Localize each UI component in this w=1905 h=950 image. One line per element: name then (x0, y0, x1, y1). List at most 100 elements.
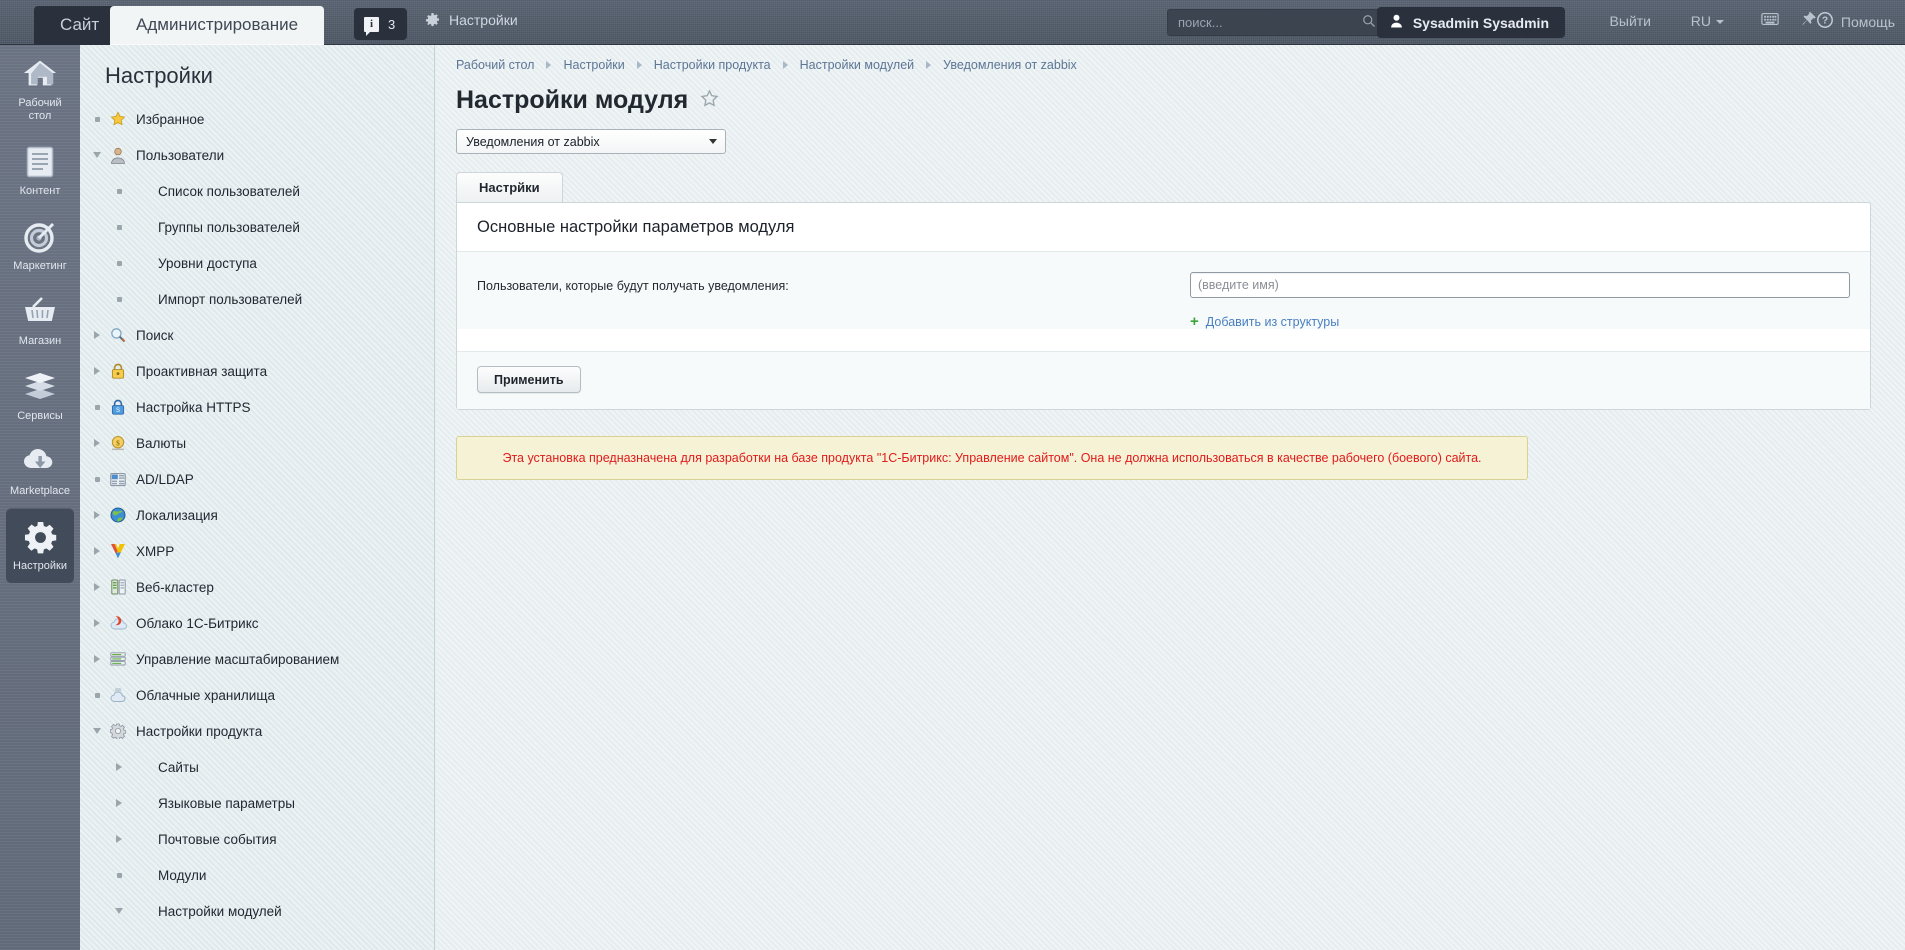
expander[interactable] (88, 692, 106, 698)
sidebar-item[interactable]: Уровни доступа (80, 245, 434, 281)
topbar-settings-button[interactable]: Настройки (425, 12, 518, 28)
expander[interactable] (88, 116, 106, 122)
rail-item-settings[interactable]: Настройки (6, 508, 74, 583)
sidebar-item[interactable]: Группы пользователей (80, 209, 434, 245)
tab-settings[interactable]: Настрйки (456, 172, 563, 202)
breadcrumb-item[interactable]: Настройки модулей (800, 58, 915, 72)
sidebar-item[interactable]: Управление масштабированием (80, 641, 434, 677)
sidebar-item[interactable]: Избранное (80, 101, 434, 137)
dev-install-warning: Эта установка предназначена для разработ… (456, 436, 1528, 480)
favorite-star-icon[interactable] (700, 86, 719, 115)
expander[interactable] (88, 583, 106, 591)
add-from-structure-label: Добавить из структуры (1205, 315, 1340, 329)
breadcrumb-separator-icon (636, 61, 642, 69)
rail-item-desktop[interactable]: Рабочий стол (6, 45, 74, 133)
expander[interactable] (110, 296, 128, 302)
rail-item-shop[interactable]: Магазин (6, 283, 74, 358)
sidebar-title: Настройки (105, 63, 213, 88)
users-input[interactable] (1190, 272, 1850, 298)
sidebar-item[interactable]: Модули (80, 857, 434, 893)
svg-text:S: S (116, 408, 120, 414)
expander[interactable] (110, 188, 128, 194)
sidebar-item[interactable]: S Настройка HTTPS (80, 389, 434, 425)
expander[interactable] (88, 404, 106, 410)
expander[interactable] (110, 260, 128, 266)
language-selector[interactable]: RU (1691, 13, 1724, 29)
language-label: RU (1690, 13, 1711, 29)
expander[interactable] (110, 763, 128, 771)
scale-icon (109, 650, 127, 668)
expander[interactable] (110, 835, 128, 843)
keyboard-icon[interactable] (1761, 12, 1779, 29)
sidebar-item[interactable]: Настройки продукта (80, 713, 434, 749)
sidebar-item[interactable]: Настройки модулей (80, 893, 434, 929)
pin-icon[interactable] (1801, 11, 1817, 30)
sidebar-item[interactable]: Облако 1С-Битрикс (80, 605, 434, 641)
breadcrumb-item[interactable]: Рабочий стол (456, 58, 534, 72)
add-from-structure-link[interactable]: + Добавить из структуры (1190, 314, 1850, 329)
notifications-count: 3 (388, 16, 396, 32)
help-button[interactable]: ? Помощь (1816, 12, 1895, 31)
sidebar-item[interactable]: Список пользователей (80, 173, 434, 209)
breadcrumb-item[interactable]: Настройки продукта (654, 58, 771, 72)
expander-collapsed-icon (116, 835, 122, 843)
sidebar-item[interactable]: Поиск (80, 317, 434, 353)
expander[interactable] (88, 152, 106, 158)
expander-collapsed-icon (94, 439, 100, 447)
rail-item-marketing[interactable]: Маркетинг (6, 208, 74, 283)
breadcrumb-separator-icon (926, 61, 932, 69)
apply-button[interactable]: Применить (477, 366, 581, 393)
sidebar-item[interactable]: $ Валюты (80, 425, 434, 461)
expander[interactable] (88, 511, 106, 519)
sidebar-item[interactable]: Языковые параметры (80, 785, 434, 821)
sidebar-item[interactable]: Пользователи (80, 137, 434, 173)
breadcrumb-item[interactable]: Уведомления от zabbix (943, 58, 1077, 72)
sidebar-item[interactable]: Веб-кластер (80, 569, 434, 605)
chevron-down-icon (1716, 20, 1724, 24)
expander[interactable] (110, 908, 128, 914)
rail-item-marketplace[interactable]: Marketplace (6, 433, 74, 508)
expander[interactable] (88, 476, 106, 482)
sidebar-item[interactable]: Сайты (80, 749, 434, 785)
rail-label-settings: Настройки (13, 560, 67, 572)
expander[interactable] (88, 367, 106, 375)
sidebar-item[interactable]: Проактивная защита (80, 353, 434, 389)
sidebar-item[interactable]: Локализация (80, 497, 434, 533)
expander[interactable] (110, 799, 128, 807)
sidebar-item-label: Настройка HTTPS (136, 399, 251, 415)
module-select[interactable]: Уведомления от zabbix (456, 129, 726, 154)
expander-collapsed-icon (94, 511, 100, 519)
expander[interactable] (88, 547, 106, 555)
sidebar-item[interactable]: AD/LDAP (80, 461, 434, 497)
sidebar-item[interactable]: Почтовые события (80, 821, 434, 857)
user-icon (109, 146, 127, 164)
expander[interactable] (110, 872, 128, 878)
rail-item-services[interactable]: Сервисы (6, 358, 74, 433)
expander-collapsed-icon (116, 763, 122, 771)
star-icon (109, 110, 127, 128)
sidebar-item[interactable]: Импорт пользователей (80, 281, 434, 317)
user-menu[interactable]: Sysadmin Sysadmin (1376, 7, 1565, 38)
logout-button[interactable]: Выйти (1610, 13, 1651, 29)
expander[interactable] (88, 655, 106, 663)
sidebar-item[interactable]: Облачные хранилища (80, 677, 434, 713)
notifications-badge[interactable]: i 3 (354, 8, 408, 40)
search-input[interactable] (1168, 15, 1362, 30)
tab-administration[interactable]: Администрирование (110, 6, 325, 45)
expander[interactable] (110, 224, 128, 230)
lock-icon (109, 362, 127, 380)
breadcrumb-item[interactable]: Настройки (563, 58, 624, 72)
search-box[interactable] (1167, 9, 1385, 36)
bullet-icon (94, 404, 100, 410)
avatar-icon (1390, 14, 1403, 31)
expander[interactable] (88, 728, 106, 734)
info-icon: i (364, 16, 379, 36)
sidebar-item[interactable]: XMPP (80, 533, 434, 569)
expander[interactable] (88, 619, 106, 627)
expander[interactable] (88, 439, 106, 447)
expander[interactable] (88, 331, 106, 339)
sidebar-item-label: Импорт пользователей (158, 291, 303, 307)
rail-item-content[interactable]: Контент (6, 133, 74, 208)
